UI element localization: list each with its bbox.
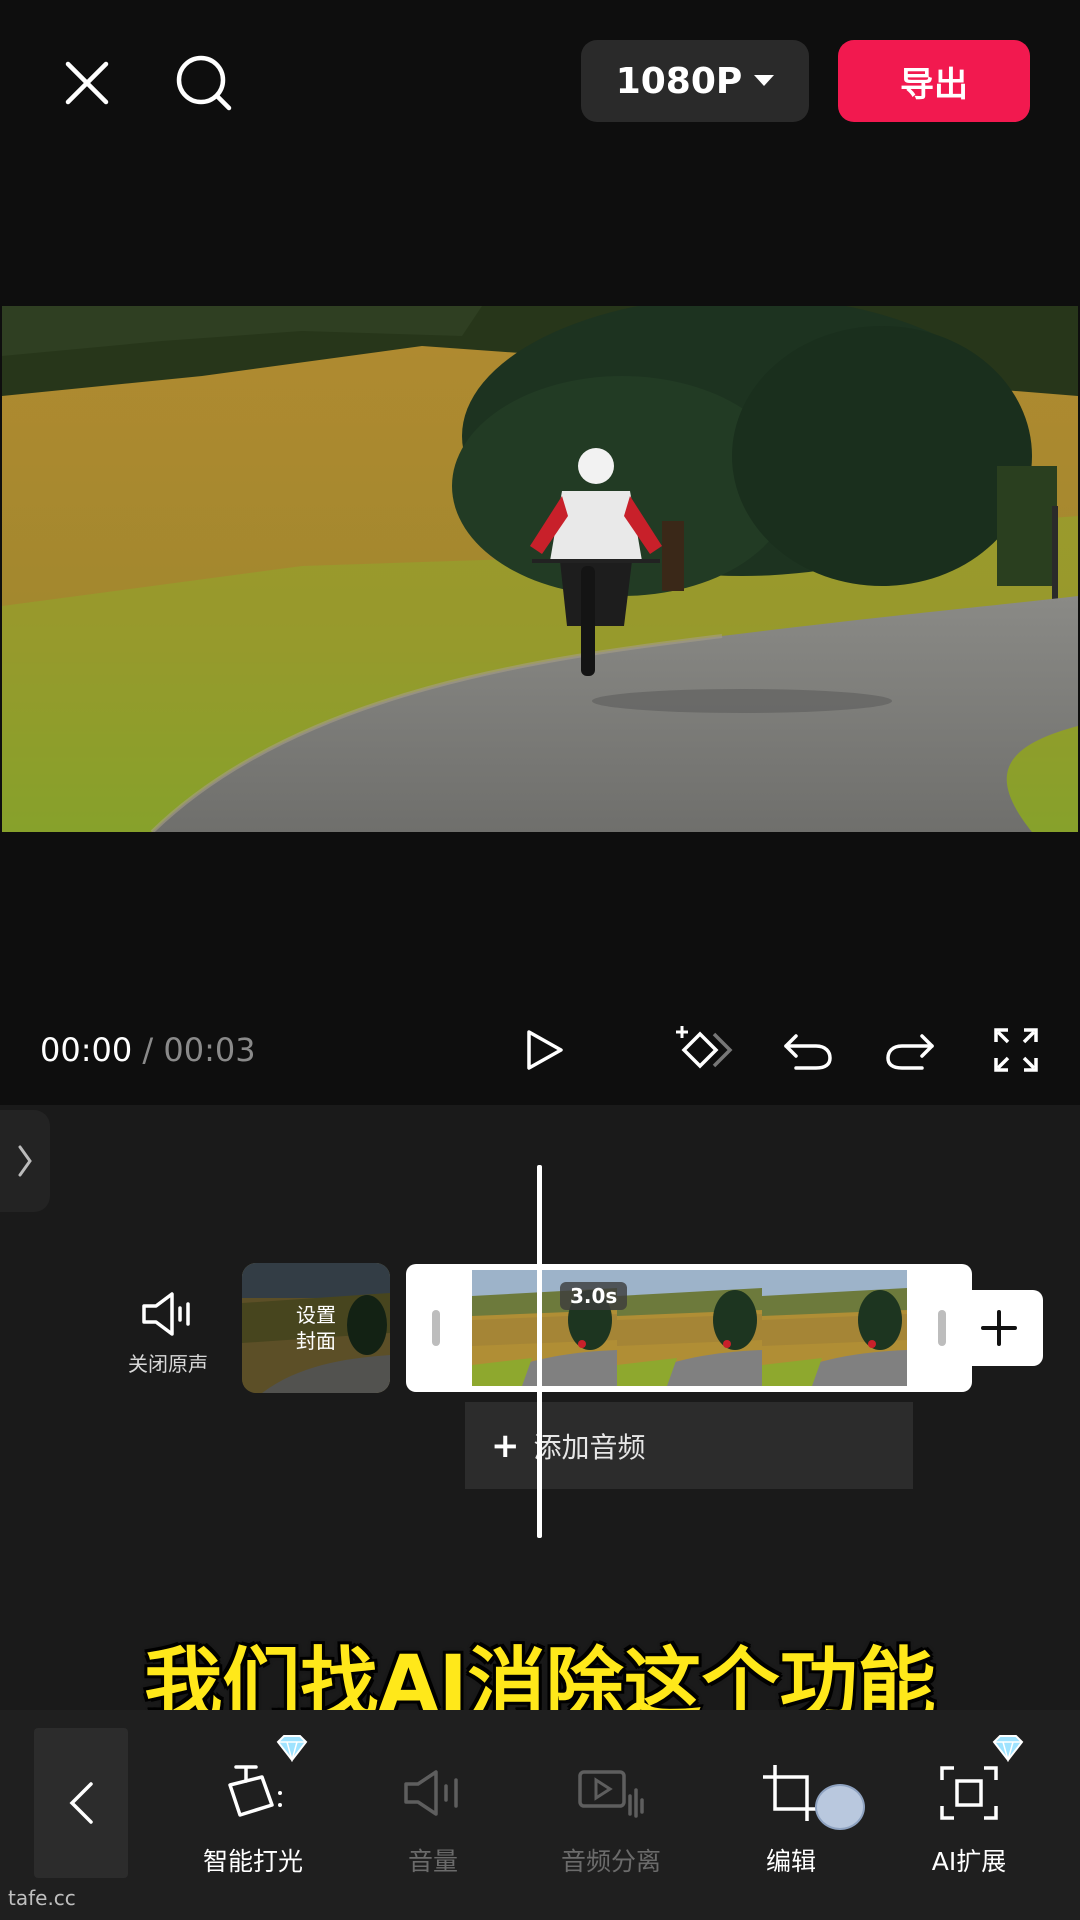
close-icon bbox=[65, 61, 109, 105]
mute-label: 关闭原声 bbox=[128, 1352, 208, 1376]
keyframe-icon bbox=[676, 1026, 733, 1069]
resolution-selector[interactable]: 1080P bbox=[581, 40, 809, 122]
video-frame bbox=[2, 306, 1078, 832]
current-time: 00:00 bbox=[40, 1031, 133, 1069]
redo-icon bbox=[886, 1034, 934, 1070]
undo-icon bbox=[784, 1034, 832, 1070]
add-audio-plus-icon: + bbox=[491, 1425, 520, 1466]
tool-label: AI扩展 bbox=[931, 1847, 1007, 1876]
undo-button[interactable] bbox=[780, 1020, 836, 1080]
chevron-left-icon bbox=[69, 1782, 93, 1824]
volume-icon bbox=[404, 1770, 458, 1816]
video-still bbox=[2, 306, 1078, 832]
toolbar-back-button[interactable] bbox=[34, 1728, 128, 1878]
smart-light-icon bbox=[228, 1765, 282, 1817]
bottom-toolbar: 智能打光 音量 音频分离 编辑 AI扩展 bbox=[0, 1710, 1080, 1920]
caret-down-icon bbox=[754, 75, 775, 86]
top-bar: 1080P 导出 bbox=[0, 0, 1080, 170]
time-separator: / bbox=[142, 1031, 154, 1069]
add-audio-button[interactable]: + 添加音频 bbox=[465, 1402, 913, 1489]
redo-button[interactable] bbox=[882, 1020, 938, 1080]
tool-label: 智能打光 bbox=[202, 1847, 303, 1876]
touch-indicator bbox=[815, 1784, 865, 1830]
add-audio-label: 添加音频 bbox=[533, 1430, 646, 1464]
cover-label-line2: 封面 bbox=[296, 1329, 336, 1353]
playhead[interactable] bbox=[537, 1165, 542, 1538]
tool-label: 音频分离 bbox=[560, 1847, 661, 1876]
chevron-right-icon bbox=[18, 1145, 32, 1177]
speaker-icon bbox=[142, 1292, 190, 1336]
tool-smart-light[interactable]: 智能打光 bbox=[168, 1735, 338, 1878]
cover-label: 设置 封面 bbox=[242, 1263, 390, 1393]
playback-controls: 00:00 / 00:03 bbox=[0, 995, 1080, 1105]
audio-separate-icon bbox=[578, 1770, 644, 1818]
tool-audio-separate[interactable]: 音频分离 bbox=[526, 1758, 696, 1878]
play-button[interactable] bbox=[515, 1020, 571, 1080]
tool-label: 音量 bbox=[407, 1847, 458, 1876]
set-cover-button[interactable]: 设置 封面 bbox=[242, 1263, 390, 1393]
mute-original-audio-button[interactable]: 关闭原声 bbox=[108, 1290, 228, 1377]
ai-expand-icon bbox=[940, 1766, 998, 1820]
premium-gem-icon bbox=[276, 1735, 308, 1762]
close-button[interactable] bbox=[52, 48, 122, 118]
plus-icon bbox=[981, 1310, 1017, 1346]
clip-trim-handle-left[interactable] bbox=[432, 1310, 440, 1346]
resolution-label: 1080P bbox=[615, 60, 743, 102]
export-button[interactable]: 导出 bbox=[838, 40, 1030, 122]
search-icon bbox=[176, 55, 232, 111]
premium-gem-icon bbox=[992, 1735, 1024, 1762]
watermark: tafe.cc bbox=[8, 1886, 76, 1910]
total-time: 00:03 bbox=[163, 1031, 256, 1069]
tool-volume[interactable]: 音量 bbox=[348, 1758, 518, 1878]
video-clip[interactable]: 3.0s bbox=[406, 1264, 972, 1392]
crop-icon bbox=[763, 1765, 819, 1821]
tool-ai-expand[interactable]: AI扩展 bbox=[884, 1735, 1054, 1878]
clip-trim-handle-right[interactable] bbox=[938, 1310, 946, 1346]
expand-side-tab[interactable] bbox=[0, 1110, 50, 1212]
fullscreen-icon bbox=[994, 1028, 1038, 1072]
keyframe-button[interactable] bbox=[672, 1020, 736, 1080]
timecode: 00:00 / 00:03 bbox=[40, 1031, 256, 1069]
play-icon bbox=[527, 1030, 563, 1070]
fullscreen-button[interactable] bbox=[988, 1020, 1044, 1080]
search-button[interactable] bbox=[165, 48, 245, 118]
tool-label: 编辑 bbox=[765, 1847, 816, 1876]
cover-label-line1: 设置 bbox=[296, 1303, 336, 1327]
add-clip-button[interactable] bbox=[955, 1290, 1043, 1366]
clip-duration-badge: 3.0s bbox=[560, 1282, 628, 1310]
